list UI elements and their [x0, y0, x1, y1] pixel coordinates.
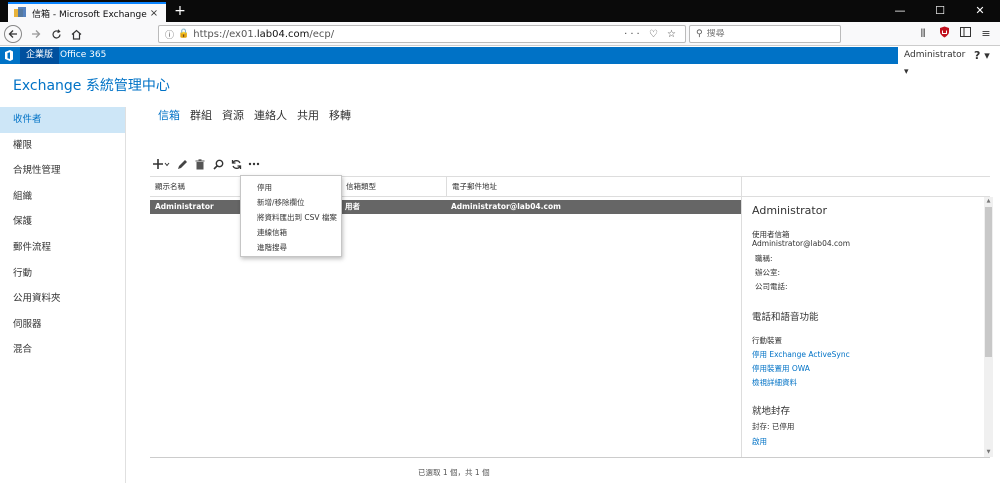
minimize-icon[interactable]: — — [880, 0, 920, 22]
nav-item-compliance[interactable]: 合規性管理 — [0, 158, 125, 184]
tab-contacts[interactable]: 連絡人 — [254, 107, 287, 123]
sidebar-icon[interactable] — [957, 26, 973, 42]
table-row[interactable]: Administrator 用者 Administrator@lab04.com — [150, 200, 741, 214]
scroll-thumb[interactable] — [985, 207, 992, 357]
search-icon[interactable] — [210, 157, 226, 171]
nav-item-hybrid[interactable]: 混合 — [0, 337, 125, 363]
section-archive: 就地封存 — [752, 406, 791, 417]
toolbar — [152, 157, 264, 171]
link-enable-archive[interactable]: 啟用 — [752, 436, 767, 447]
browser-nav-bar: ⓘ 🔒 https://ex01.lab04.com/ecp/ ··· ♡ ☆ … — [0, 22, 1000, 46]
nav-item-servers[interactable]: 伺服器 — [0, 312, 125, 338]
details-header — [741, 176, 990, 197]
link-disable-eas[interactable]: 停用 Exchange ActiveSync — [752, 349, 850, 360]
browser-tab-strip: 信箱 - Microsoft Exchange × + — ☐ ✕ — [0, 0, 1000, 22]
link-view-details[interactable]: 檢視詳細資料 — [752, 377, 797, 388]
o365-header: 企業版 Office 365 Administrator ▾ ? ▾ — [0, 47, 1000, 77]
nav-item-protection[interactable]: 保護 — [0, 209, 125, 235]
nav-item-recipients[interactable]: 收件者 — [0, 107, 125, 133]
ublock-shield-icon[interactable] — [936, 26, 952, 42]
details-archive-status: 封存: 已停用 — [752, 422, 795, 431]
selection-status: 已選取 1 個，共 1 個 — [418, 468, 490, 477]
office-logo-icon[interactable] — [4, 50, 14, 61]
hamburger-menu-icon[interactable]: ≡ — [978, 26, 994, 42]
browser-tab[interactable]: 信箱 - Microsoft Exchange × — [8, 2, 166, 22]
nav-item-mobile[interactable]: 行動 — [0, 261, 125, 287]
info-icon[interactable]: ⓘ — [165, 28, 174, 41]
details-office-label: 辦公室: — [755, 268, 781, 277]
link-disable-owa[interactable]: 停用裝置用 OWA — [752, 363, 810, 374]
menu-item-add-remove-columns[interactable]: 新增/移除欄位 — [241, 195, 341, 210]
search-icon: ⚲ — [696, 29, 703, 39]
menu-item-advanced-search[interactable]: 進階搜尋 — [241, 240, 341, 255]
back-icon[interactable] — [4, 25, 22, 43]
table-divider — [150, 457, 990, 458]
cell-display-name: Administrator — [155, 202, 214, 211]
lock-warning-icon[interactable]: 🔒 — [178, 29, 189, 39]
tab-migration[interactable]: 移轉 — [329, 107, 351, 123]
tab-groups[interactable]: 群組 — [190, 107, 212, 123]
menu-item-export-csv[interactable]: 將資料匯出到 CSV 檔案 — [241, 210, 341, 225]
column-mailbox-type[interactable]: 信箱類型 — [340, 177, 446, 197]
nav-item-mail-flow[interactable]: 郵件流程 — [0, 235, 125, 261]
refresh-icon[interactable] — [228, 157, 244, 171]
nav-item-public-folders[interactable]: 公用資料夾 — [0, 286, 125, 312]
url-bar[interactable]: ⓘ 🔒 https://ex01.lab04.com/ecp/ ··· ♡ ☆ — [158, 25, 686, 43]
sub-tabs: 信箱 群組 資源 連絡人 共用 移轉 — [158, 107, 361, 123]
more-options-icon[interactable] — [246, 157, 262, 171]
details-pane: Administrator 使用者信箱 Administrator@lab04.… — [741, 197, 990, 457]
menu-item-connect-mailbox[interactable]: 連線信箱 — [241, 225, 341, 240]
add-icon[interactable] — [152, 157, 172, 171]
section-phone-voice: 電話和語音功能 — [752, 312, 819, 323]
nav-item-permissions[interactable]: 權限 — [0, 133, 125, 159]
help-menu[interactable]: ? ▾ — [972, 47, 1000, 64]
scroll-up-icon[interactable]: ▲ — [984, 197, 993, 206]
page-actions-icon[interactable]: ··· ♡ ☆ — [624, 29, 679, 40]
search-input[interactable] — [706, 29, 827, 39]
tab-office365[interactable]: Office 365 — [60, 47, 106, 64]
details-mobile-devices: 行動裝置 — [752, 336, 782, 345]
more-options-menu: 停用 新增/移除欄位 將資料匯出到 CSV 檔案 連線信箱 進階搜尋 — [240, 175, 342, 257]
search-bar[interactable]: ⚲ — [689, 25, 841, 43]
details-phone-label: 公司電話: — [755, 282, 788, 291]
cell-mailbox-type: 用者 — [345, 202, 360, 211]
forward-icon[interactable] — [28, 26, 44, 42]
url-text[interactable]: https://ex01.lab04.com/ecp/ — [193, 29, 624, 40]
edit-pencil-icon[interactable] — [174, 157, 190, 171]
table-header: 顯示名稱 信箱類型 電子郵件地址 — [150, 176, 741, 197]
library-icon[interactable]: ⫴ — [915, 26, 931, 42]
new-tab-icon[interactable]: + — [172, 3, 188, 19]
tab-enterprise[interactable]: 企業版 — [20, 47, 60, 64]
reload-icon[interactable] — [48, 26, 64, 42]
tab-close-icon[interactable]: × — [148, 8, 160, 19]
details-title-label: 職稱: — [755, 254, 773, 263]
cell-email: Administrator@lab04.com — [451, 202, 561, 211]
scroll-down-icon[interactable]: ▼ — [984, 448, 993, 457]
home-icon[interactable] — [68, 26, 84, 42]
maximize-icon[interactable]: ☐ — [920, 0, 960, 22]
user-menu[interactable]: Administrator ▾ — [898, 47, 972, 77]
left-nav: 收件者 權限 合規性管理 組織 保護 郵件流程 行動 公用資料夾 伺服器 混合 — [0, 107, 126, 483]
browser-tab-title: 信箱 - Microsoft Exchange — [32, 9, 147, 20]
tab-mailboxes[interactable]: 信箱 — [158, 107, 180, 123]
details-scrollbar[interactable]: ▲ ▼ — [984, 197, 993, 457]
tab-shared[interactable]: 共用 — [297, 107, 319, 123]
delete-trash-icon[interactable] — [192, 157, 208, 171]
page-title: Exchange 系統管理中心 — [13, 78, 170, 94]
window-close-icon[interactable]: ✕ — [960, 0, 1000, 22]
mailbox-table: 顯示名稱 信箱類型 電子郵件地址 Administrator 用者 Admini… — [150, 176, 741, 456]
details-email: Administrator@lab04.com — [752, 239, 851, 248]
details-name: Administrator — [752, 204, 827, 217]
exchange-favicon-icon — [14, 7, 26, 17]
column-email[interactable]: 電子郵件地址 — [446, 177, 741, 197]
tab-resources[interactable]: 資源 — [222, 107, 244, 123]
menu-item-disable[interactable]: 停用 — [241, 180, 341, 195]
nav-item-organization[interactable]: 組織 — [0, 184, 125, 210]
